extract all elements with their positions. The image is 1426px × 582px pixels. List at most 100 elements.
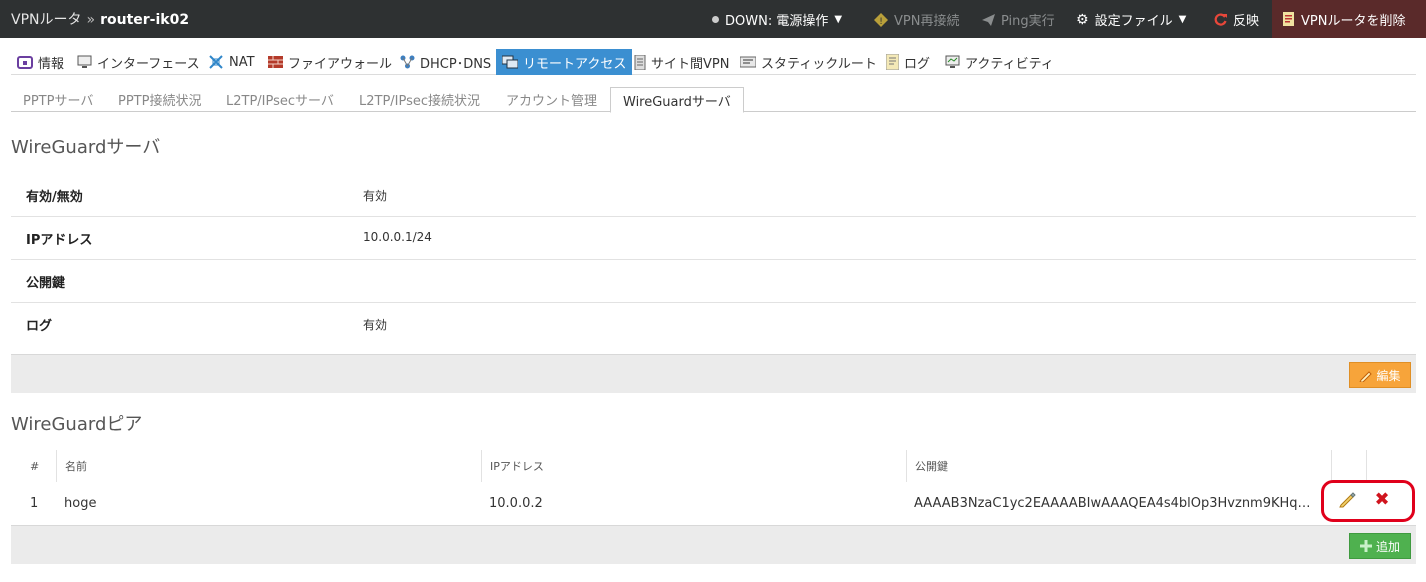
subtab-pptp-status[interactable]: PPTP接続状況 xyxy=(106,87,213,112)
delete-router-icon xyxy=(1283,12,1295,26)
server-settings-table: 有効/無効 有効 IPアドレス 10.0.0.1/24 公開鍵 ログ 有効 xyxy=(11,174,1416,346)
status-dot-icon xyxy=(712,16,719,23)
tab-label: リモートアクセス xyxy=(523,56,627,72)
column-header-name[interactable]: 名前 xyxy=(56,450,481,482)
peer-number: 1 xyxy=(30,495,39,511)
tab-label: NAT xyxy=(229,54,255,70)
server-action-bar: 編集 xyxy=(11,354,1416,393)
ping-label: Ping実行 xyxy=(1001,14,1055,29)
setting-value: 10.0.0.1/24 xyxy=(363,230,432,244)
setting-value: 有効 xyxy=(363,318,388,332)
tab-nat[interactable]: NAT xyxy=(202,49,261,75)
power-menu-label: DOWN: 電源操作 xyxy=(725,14,829,29)
add-peer-button[interactable]: 追加 xyxy=(1349,533,1411,559)
setting-label: 公開鍵 xyxy=(26,276,66,291)
activity-icon xyxy=(945,55,960,69)
annotation-highlight-box xyxy=(1321,480,1415,522)
wireguard-peer-title: WireGuardピア xyxy=(11,414,143,435)
warning-icon: ! xyxy=(874,12,888,27)
tab-label: 情報 xyxy=(38,56,65,72)
peer-action-bar: 追加 xyxy=(11,525,1416,564)
subtab-pptp-server[interactable]: PPTPサーバ xyxy=(11,87,105,112)
column-header-delete xyxy=(1366,450,1401,482)
tab-static-route[interactable]: スタティックルート xyxy=(734,49,883,75)
peer-public-key-text: AAAAB3NzaC1yc2EAAAABIwAAAQEA4s4blOp3Hvzn… xyxy=(914,495,1314,511)
pencil-icon xyxy=(1359,369,1373,382)
subtab-l2tp-status[interactable]: L2TP/IPsec接続状況 xyxy=(347,87,492,112)
remote-icon xyxy=(502,55,518,69)
send-icon xyxy=(982,13,995,26)
column-header-ip-address[interactable]: IPアドレス xyxy=(481,450,906,482)
vpn-reconnect-label: VPN再接続 xyxy=(894,14,960,29)
peer-name: hoge xyxy=(64,495,97,511)
refresh-icon xyxy=(1214,13,1227,26)
table-row: 1 hoge 10.0.0.2 AAAAB3NzaC1yc2EAAAABIwAA… xyxy=(11,482,1416,524)
log-icon xyxy=(886,54,899,70)
network-icon xyxy=(400,55,415,69)
gear-icon: ⚙ xyxy=(1076,11,1089,28)
setting-label: IPアドレス xyxy=(26,233,93,248)
nat-icon xyxy=(208,54,224,70)
subtab-l2tp-server[interactable]: L2TP/IPsecサーバ xyxy=(214,87,346,112)
tab-label: ログ xyxy=(904,56,931,72)
tab-interface[interactable]: インターフェース xyxy=(71,49,206,75)
main-tab-bar: 情報 インターフェース NAT ファイアウォール DHCP･DNS リモートアク… xyxy=(11,49,1416,75)
tab-firewall[interactable]: ファイアウォール xyxy=(262,49,398,75)
ping-button[interactable]: Ping実行 xyxy=(982,10,1055,29)
setting-label: 有効/無効 xyxy=(26,190,83,205)
add-label: 追加 xyxy=(1375,539,1400,554)
breadcrumb-root[interactable]: VPNルータ xyxy=(11,12,82,28)
config-file-label: 設定ファイル xyxy=(1094,14,1173,29)
sub-tab-bar: PPTPサーバ PPTP接続状況 L2TP/IPsecサーバ L2TP/IPse… xyxy=(11,87,1416,113)
monitor-icon xyxy=(77,55,92,69)
edit-label: 編集 xyxy=(1376,368,1401,383)
tab-log[interactable]: ログ xyxy=(880,49,936,75)
apply-button[interactable]: 反映 xyxy=(1214,10,1259,29)
firewall-icon xyxy=(268,55,283,69)
column-header-public-key[interactable]: 公開鍵 xyxy=(906,450,1331,482)
breadcrumb-separator: » xyxy=(86,12,96,28)
breadcrumb-host: router-ik02 xyxy=(100,12,190,28)
edit-server-button[interactable]: 編集 xyxy=(1349,362,1411,388)
subtab-wireguard-server[interactable]: WireGuardサーバ xyxy=(610,87,744,113)
tab-label: サイト間VPN xyxy=(651,56,730,72)
peer-table: # 名前 IPアドレス 公開鍵 1 hoge 10.0.0.2 AAAAB3Nz… xyxy=(11,450,1416,524)
tab-remote-access[interactable]: リモートアクセス xyxy=(496,49,633,75)
delete-router-button[interactable]: VPNルータを削除 xyxy=(1272,0,1426,38)
config-file-menu-button[interactable]: ⚙ 設定ファイル ▼ xyxy=(1076,10,1187,30)
route-icon xyxy=(740,55,756,69)
info-icon xyxy=(17,55,33,69)
setting-value: 有効 xyxy=(363,189,388,203)
peer-table-header: # 名前 IPアドレス 公開鍵 xyxy=(11,450,1416,482)
wireguard-server-title: WireGuardサーバ xyxy=(11,137,161,158)
plus-icon xyxy=(1359,540,1372,552)
breadcrumb: VPNルータ» router-ik02 xyxy=(11,9,189,29)
tab-label: スタティックルート xyxy=(761,56,877,72)
column-header-number: # xyxy=(30,459,40,473)
tab-site-to-site-vpn[interactable]: サイト間VPN xyxy=(628,49,735,75)
svg-text:!: ! xyxy=(879,17,883,27)
tab-dhcp-dns[interactable]: DHCP･DNS xyxy=(394,49,497,75)
top-bar: VPNルータ» router-ik02 DOWN: 電源操作 ▼ ! VPN再接続… xyxy=(0,0,1426,38)
apply-label: 反映 xyxy=(1233,14,1260,29)
delete-router-label: VPNルータを削除 xyxy=(1301,13,1406,29)
column-header-edit xyxy=(1331,450,1366,482)
tab-label: インターフェース xyxy=(97,56,200,72)
vpn-reconnect-button[interactable]: ! VPN再接続 xyxy=(874,10,959,29)
setting-row-log: ログ 有効 xyxy=(11,303,1416,346)
subtab-account-management[interactable]: アカウント管理 xyxy=(494,87,609,112)
tab-label: DHCP･DNS xyxy=(420,56,492,72)
peer-ip-address: 10.0.0.2 xyxy=(489,495,543,511)
caret-down-icon: ▼ xyxy=(1178,14,1187,25)
power-menu-button[interactable]: DOWN: 電源操作 ▼ xyxy=(712,10,842,29)
setting-label: ログ xyxy=(26,319,53,334)
caret-down-icon: ▼ xyxy=(834,14,843,25)
setting-row-enabled: 有効/無効 有効 xyxy=(11,174,1416,217)
setting-row-ip-address: IPアドレス 10.0.0.1/24 xyxy=(11,217,1416,260)
peer-public-key: AAAAB3NzaC1yc2EAAAABIwAAAQEA4s4blOp3Hvzn… xyxy=(906,482,1331,524)
edit-peer-pencil-icon[interactable] xyxy=(1338,490,1356,508)
server-icon xyxy=(634,54,646,70)
tab-activity[interactable]: アクティビティ xyxy=(939,49,1060,75)
tab-info[interactable]: 情報 xyxy=(11,49,70,75)
delete-peer-x-icon[interactable]: ✖ xyxy=(1373,489,1391,510)
